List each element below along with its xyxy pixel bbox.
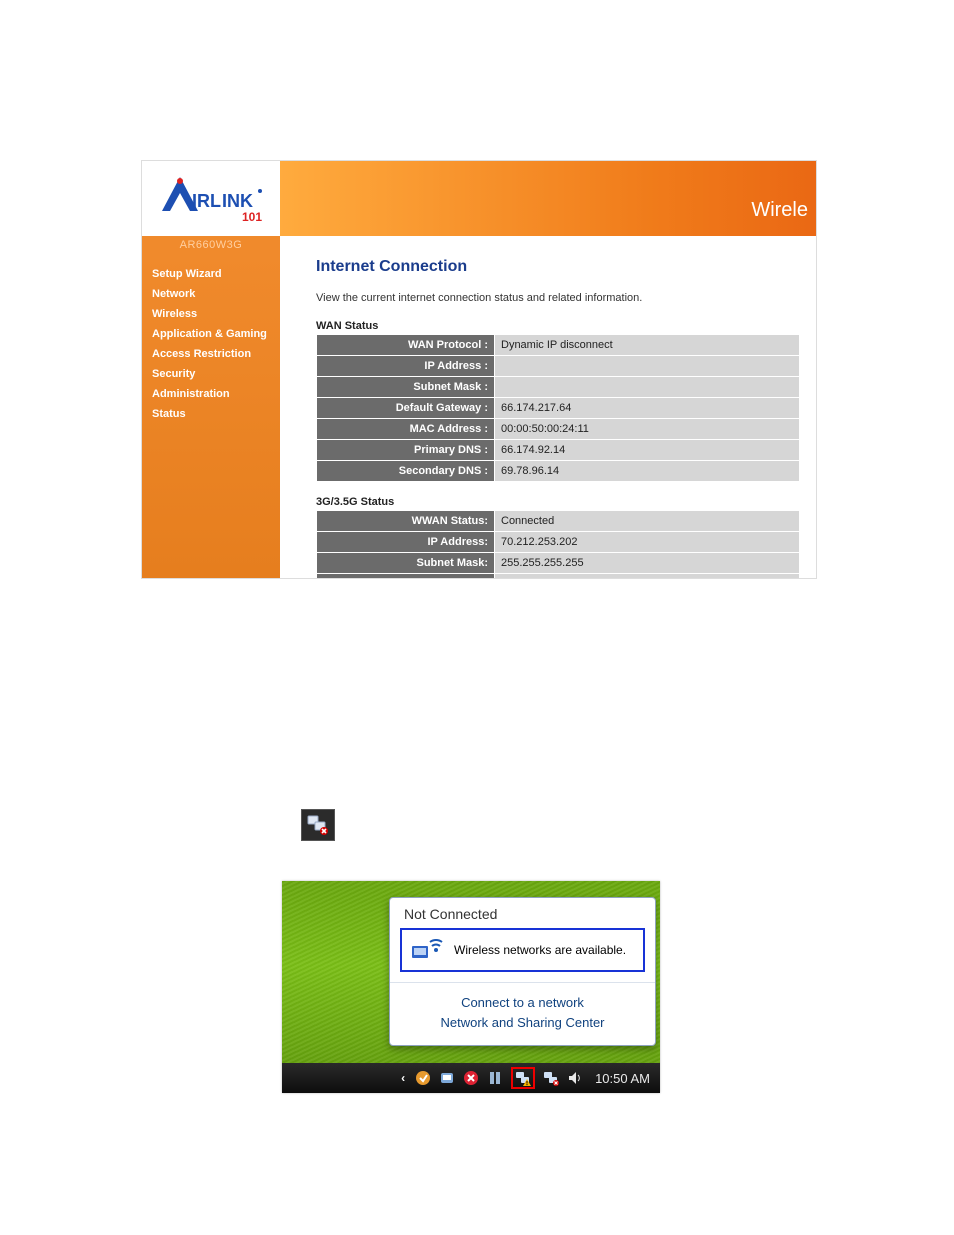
g3-gateway-label: Gateway: <box>317 574 495 579</box>
wan-status-table: WAN Protocol :Dynamic IP disconnect IP A… <box>316 334 800 482</box>
mac-address-value: 00:00:50:00:24:11 <box>495 419 800 440</box>
primary-dns-value: 66.174.92.14 <box>495 440 800 461</box>
volume-icon[interactable] <box>567 1070 583 1086</box>
router-header: Wirele <box>280 161 816 236</box>
nav-app-gaming[interactable]: Application & Gaming <box>152 324 276 344</box>
3g-status-table: WWAN Status:Connected IP Address:70.212.… <box>316 510 800 578</box>
nav-access-restrict[interactable]: Access Restriction <box>152 344 276 364</box>
g3-ip-value: 70.212.253.202 <box>495 532 800 553</box>
taskbar-clock[interactable]: 10:50 AM <box>595 1071 650 1086</box>
g3-subnet-label: Subnet Mask: <box>317 553 495 574</box>
table-row: Gateway:66.174.217.64 <box>317 574 800 579</box>
ip-address-label: IP Address : <box>317 356 495 377</box>
page-description: View the current internet connection sta… <box>316 292 800 304</box>
table-row: Default Gateway :66.174.217.64 <box>317 398 800 419</box>
network-sharing-center-link[interactable]: Network and Sharing Center <box>390 1013 655 1033</box>
tray-icon-1[interactable] <box>415 1070 431 1086</box>
network-popup: Not Connected Wireless networks are avai… <box>389 897 656 1046</box>
g3-ip-label: IP Address: <box>317 532 495 553</box>
g3-subnet-value: 255.255.255.255 <box>495 553 800 574</box>
primary-dns-label: Primary DNS : <box>317 440 495 461</box>
router-sidebar: IRL INK 101 AR660W3G Setup Wizard Networ… <box>142 161 280 578</box>
wwan-status-label: WWAN Status: <box>317 511 495 532</box>
tray-icon-3[interactable] <box>463 1070 479 1086</box>
default-gateway-label: Default Gateway : <box>317 398 495 419</box>
subnet-mask-value <box>495 377 800 398</box>
ip-address-value <box>495 356 800 377</box>
router-admin-panel: IRL INK 101 AR660W3G Setup Wizard Networ… <box>141 160 817 579</box>
wireless-available-icon <box>410 936 444 964</box>
g3-gateway-value: 66.174.217.64 <box>495 574 800 579</box>
wan-status-heading: WAN Status <box>316 320 800 332</box>
tray-network-x-icon[interactable] <box>543 1070 559 1086</box>
wwan-status-value: Connected <box>495 511 800 532</box>
tray-icon-4[interactable] <box>487 1070 503 1086</box>
secondary-dns-label: Secondary DNS : <box>317 461 495 482</box>
table-row: Primary DNS :66.174.92.14 <box>317 440 800 461</box>
svg-text:INK: INK <box>222 191 253 211</box>
table-row: MAC Address :00:00:50:00:24:11 <box>317 419 800 440</box>
table-row: IP Address:70.212.253.202 <box>317 532 800 553</box>
airlink-logo: IRL INK 101 <box>152 171 272 226</box>
table-row: Subnet Mask:255.255.255.255 <box>317 553 800 574</box>
router-nav: Setup Wizard Network Wireless Applicatio… <box>152 264 276 424</box>
nav-security[interactable]: Security <box>152 364 276 384</box>
highlighted-network-tray-icon[interactable] <box>511 1067 535 1089</box>
mac-address-label: MAC Address : <box>317 419 495 440</box>
router-header-text: Wirele <box>751 199 808 222</box>
vista-taskbar: ‹ <box>282 1063 660 1093</box>
nav-wireless[interactable]: Wireless <box>152 304 276 324</box>
secondary-dns-value: 69.78.96.14 <box>495 461 800 482</box>
connect-network-link[interactable]: Connect to a network <box>390 993 655 1013</box>
table-row: Subnet Mask : <box>317 377 800 398</box>
table-row: WWAN Status:Connected <box>317 511 800 532</box>
network-warning-icon <box>515 1070 531 1086</box>
table-row: IP Address : <box>317 356 800 377</box>
nav-network[interactable]: Network <box>152 284 276 304</box>
router-model: AR660W3G <box>142 236 280 254</box>
table-row: Secondary DNS :69.78.96.14 <box>317 461 800 482</box>
3g-status-heading: 3G/3.5G Status <box>316 496 800 508</box>
nav-status[interactable]: Status <box>152 404 276 424</box>
vista-tray-screenshot: Not Connected Wireless networks are avai… <box>282 881 660 1093</box>
default-gateway-value: 66.174.217.64 <box>495 398 800 419</box>
popup-links: Connect to a network Network and Sharing… <box>390 982 655 1045</box>
nav-administration[interactable]: Administration <box>152 384 276 404</box>
wan-protocol-value: Dynamic IP disconnect <box>495 335 800 356</box>
popup-title: Not Connected <box>390 898 655 928</box>
tray-icon-2[interactable] <box>439 1070 455 1086</box>
svg-text:101: 101 <box>242 210 262 224</box>
instruction-step-icon <box>141 809 815 841</box>
table-row: WAN Protocol :Dynamic IP disconnect <box>317 335 800 356</box>
network-tray-icon <box>301 809 335 841</box>
wireless-available-item[interactable]: Wireless networks are available. <box>400 928 645 972</box>
subnet-mask-label: Subnet Mask : <box>317 377 495 398</box>
nav-setup-wizard[interactable]: Setup Wizard <box>152 264 276 284</box>
wan-protocol-label: WAN Protocol : <box>317 335 495 356</box>
router-main: Internet Connection View the current int… <box>280 236 816 578</box>
tray-expand-icon[interactable]: ‹ <box>401 1071 405 1085</box>
popup-item-text: Wireless networks are available. <box>454 943 626 957</box>
page-title: Internet Connection <box>316 258 800 276</box>
svg-text:IRL: IRL <box>192 191 221 211</box>
